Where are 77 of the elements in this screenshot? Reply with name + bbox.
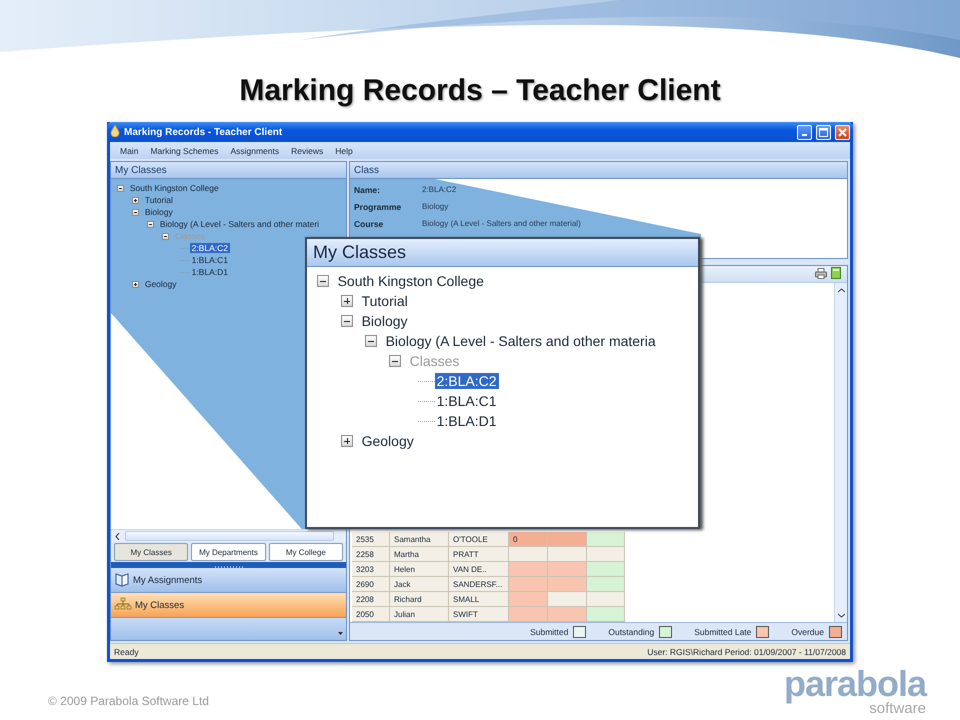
table-cell: 2050: [352, 607, 390, 622]
field-value: 2:BLA:C2: [422, 185, 458, 195]
expand-toggle[interactable]: [341, 435, 353, 447]
tree-item[interactable]: Biology: [142, 206, 175, 218]
table-cell: PRATT: [449, 547, 509, 562]
maximize-icon: [819, 128, 828, 136]
window-title: Marking Records - Teacher Client: [124, 126, 284, 138]
status-text: Ready: [114, 646, 139, 656]
table-cell: 2258: [352, 547, 390, 562]
panel-header: My Classes: [307, 239, 698, 267]
maximize-button[interactable]: [816, 124, 831, 140]
field-label: Programme: [354, 202, 402, 212]
table-cell: SMALL: [449, 592, 509, 607]
export-icon[interactable]: [831, 267, 841, 281]
tree-item[interactable]: Tutorial: [360, 292, 410, 310]
status-cell: 0: [509, 532, 548, 547]
collapse-toggle[interactable]: [365, 335, 377, 347]
tree-item[interactable]: Biology: [360, 312, 410, 330]
table-cell: 2208: [352, 592, 390, 607]
nav-item[interactable]: My Classes: [111, 593, 346, 618]
menu-item[interactable]: Assignments: [224, 146, 286, 156]
expand-toggle[interactable]: [341, 295, 353, 307]
menu-item[interactable]: Help: [329, 146, 359, 156]
table-cell: 3203: [352, 562, 390, 577]
slide-title: Marking Records – Teacher Client: [239, 74, 721, 108]
panel-header: Class: [350, 162, 847, 179]
collapse-toggle[interactable]: [341, 315, 353, 327]
table-cell: Helen: [390, 562, 449, 577]
table-cell: Richard: [390, 592, 449, 607]
table-cell: O'TOOLE: [449, 532, 509, 547]
view-button[interactable]: My College: [268, 543, 343, 561]
scrollbar-thumb[interactable]: [125, 531, 334, 541]
field-value: Biology (A Level - Salters and other material): [422, 219, 581, 229]
legend-label: Submitted: [530, 626, 568, 636]
nav-item[interactable]: My Assignments: [111, 568, 346, 593]
logo-name: parabola: [784, 667, 926, 701]
table-cell: SANDERSF...: [449, 577, 509, 592]
legend-label: Submitted Late: [694, 626, 752, 636]
nav-label: My Assignments: [133, 574, 202, 586]
panel-header: My Classes: [111, 162, 346, 179]
tree-item[interactable]: South Kingston College: [128, 182, 221, 194]
logo-tagline: software: [869, 701, 926, 716]
table-cell: Samantha: [390, 532, 449, 547]
menu-item[interactable]: Reviews: [285, 146, 330, 156]
view-button[interactable]: My Classes: [114, 543, 188, 561]
nav-label: My Classes: [135, 600, 184, 610]
table-cell: Julian: [390, 607, 449, 622]
field-label: Course: [354, 219, 384, 229]
legend-label: Overdue: [791, 626, 824, 636]
field-value: Biology: [422, 202, 450, 212]
close-icon: [838, 128, 847, 136]
table-cell: Jack: [390, 577, 449, 592]
copyright-text: © 2009 Parabola Software Ltd: [48, 694, 209, 708]
tree-item[interactable]: Biology (A Level - Salters and other materia: [384, 332, 658, 350]
book-icon: [114, 570, 130, 590]
status-text: User: RGIS\Richard Period: 01/09/2007 - 11/07/2008: [647, 646, 846, 656]
field-label: Name:: [354, 185, 381, 195]
tree-item[interactable]: Tutorial: [142, 194, 175, 206]
table-cell: 2535: [352, 532, 390, 547]
collapse-toggle[interactable]: [317, 275, 329, 287]
drop-icon: [110, 125, 120, 139]
tree-item[interactable]: Geology: [360, 432, 416, 450]
tree-item[interactable]: Geology: [142, 278, 179, 290]
menu-item[interactable]: Main: [114, 146, 144, 156]
table-cell: VAN DE..: [449, 562, 509, 577]
tree-item[interactable]: Biology (A Level - Salters and other materi: [158, 218, 322, 230]
table-cell: SWIFT: [449, 607, 509, 622]
minimize-icon: [802, 134, 807, 136]
close-button[interactable]: [835, 124, 850, 140]
table-cell: 2690: [352, 577, 390, 592]
legend-label: Outstanding: [608, 626, 654, 636]
print-icon[interactable]: [815, 268, 827, 280]
tree-item[interactable]: South Kingston College: [336, 272, 486, 290]
view-button[interactable]: My Departments: [191, 543, 266, 561]
minimize-button[interactable]: [797, 124, 812, 140]
table-cell: Martha: [390, 547, 449, 562]
menu-item[interactable]: Marking Schemes: [144, 146, 224, 156]
